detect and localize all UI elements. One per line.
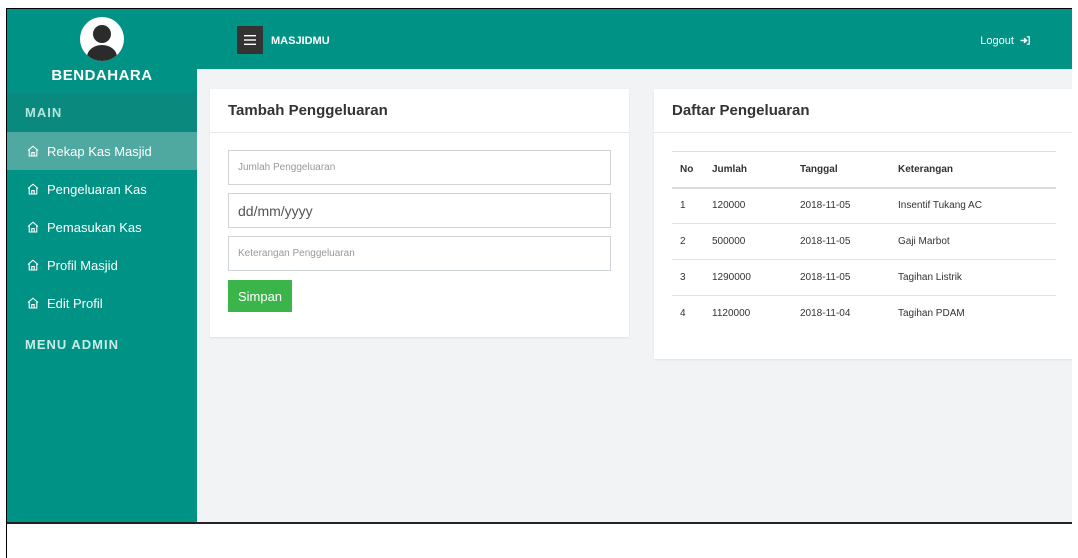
cell-tanggal: 2018-11-05 — [800, 259, 898, 296]
table-row: 4 1120000 2018-11-04 Tagihan PDAM — [672, 296, 1056, 332]
profile-block: BENDAHARA — [7, 9, 197, 93]
brand-name[interactable]: MASJIDMU — [271, 35, 330, 47]
expense-list-title: Daftar Pengeluaran — [654, 89, 1072, 133]
cell-jumlah: 500000 — [712, 223, 800, 260]
menu-toggle-button[interactable] — [237, 26, 263, 54]
table-row: 3 1290000 2018-11-05 Tagihan Listrik — [672, 259, 1056, 296]
home-icon — [27, 183, 39, 195]
cell-jumlah: 1290000 — [712, 259, 800, 296]
add-expense-title: Tambah Penggeluaran — [210, 89, 629, 133]
sidebar-item-edit-profil[interactable]: Edit Profil — [7, 284, 197, 322]
app-window: BENDAHARA MAIN Rekap Kas Masjid Pengelua… — [7, 9, 1072, 523]
hamburger-icon — [244, 35, 256, 45]
cell-no: 1 — [672, 187, 712, 224]
expense-list-card: Daftar Pengeluaran No Jumlah Tanggal Ket… — [654, 89, 1072, 359]
window-bottom-border — [7, 522, 1072, 524]
note-input[interactable]: Keterangan Penggeluaran — [228, 236, 611, 271]
cell-keterangan: Tagihan PDAM — [898, 308, 965, 320]
sidebar-item-pemasukan-kas[interactable]: Pemasukan Kas — [7, 208, 197, 246]
column-header-tanggal: Tanggal — [800, 151, 898, 189]
table-header-row: No Jumlah Tanggal Keterangan — [672, 151, 1056, 189]
sidebar-item-label: Rekap Kas Masjid — [47, 143, 152, 159]
column-header-no: No — [672, 151, 712, 189]
section-menu-admin-title: MENU ADMIN — [25, 337, 120, 352]
cell-jumlah: 1120000 — [712, 308, 751, 320]
table-row: 1 120000 2018-11-05 Insentif Tukang AC — [672, 187, 1056, 224]
sidebar: BENDAHARA MAIN Rekap Kas Masjid Pengelua… — [7, 9, 197, 523]
cell-tanggal: 2018-11-04 — [800, 308, 851, 320]
home-icon — [27, 145, 39, 157]
sidebar-item-pengeluaran-kas[interactable]: Pengeluaran Kas — [7, 170, 197, 208]
logout-link[interactable]: Logout — [980, 35, 1030, 47]
cell-no: 4 — [680, 308, 686, 320]
column-header-jumlah: Jumlah — [712, 151, 800, 189]
cell-tanggal: 2018-11-05 — [800, 187, 898, 224]
save-button[interactable]: Simpan — [228, 280, 292, 312]
user-role: BENDAHARA — [51, 67, 153, 84]
user-avatar-icon — [80, 17, 124, 61]
cell-no: 3 — [672, 259, 712, 296]
date-input[interactable]: dd/mm/yyyy — [228, 193, 611, 228]
home-icon — [27, 221, 39, 233]
cell-keterangan: Insentif Tukang AC — [898, 187, 1056, 224]
amount-input[interactable]: Jumlah Penggeluaran — [228, 150, 611, 185]
expense-table: No Jumlah Tanggal Keterangan 1 120000 20… — [672, 151, 1056, 332]
column-header-keterangan: Keterangan — [898, 151, 1056, 189]
cell-no: 2 — [672, 223, 712, 260]
sidebar-item-label: Edit Profil — [47, 295, 103, 311]
cell-jumlah: 120000 — [712, 187, 800, 224]
home-icon — [27, 259, 39, 271]
cell-tanggal: 2018-11-05 — [800, 223, 898, 260]
screen-frame: BENDAHARA MAIN Rekap Kas Masjid Pengelua… — [0, 0, 1078, 558]
top-navbar: MASJIDMU Logout — [197, 9, 1072, 69]
sidebar-item-rekap-kas-masjid[interactable]: Rekap Kas Masjid — [7, 132, 197, 170]
section-main-title: MAIN — [7, 93, 197, 132]
sidebar-item-label: Pengeluaran Kas — [47, 181, 147, 197]
cell-keterangan: Tagihan Listrik — [898, 259, 1056, 296]
table-row: 2 500000 2018-11-05 Gaji Marbot — [672, 223, 1056, 260]
sidebar-item-label: Profil Masjid — [47, 257, 118, 273]
logout-label: Logout — [980, 35, 1014, 47]
add-expense-card: Tambah Penggeluaran Jumlah Penggeluaran … — [210, 89, 629, 337]
sidebar-item-label: Pemasukan Kas — [47, 219, 142, 235]
sidebar-item-profil-masjid[interactable]: Profil Masjid — [7, 246, 197, 284]
cell-keterangan: Gaji Marbot — [898, 223, 1056, 260]
home-icon — [27, 297, 39, 309]
sign-out-icon — [1020, 36, 1030, 45]
